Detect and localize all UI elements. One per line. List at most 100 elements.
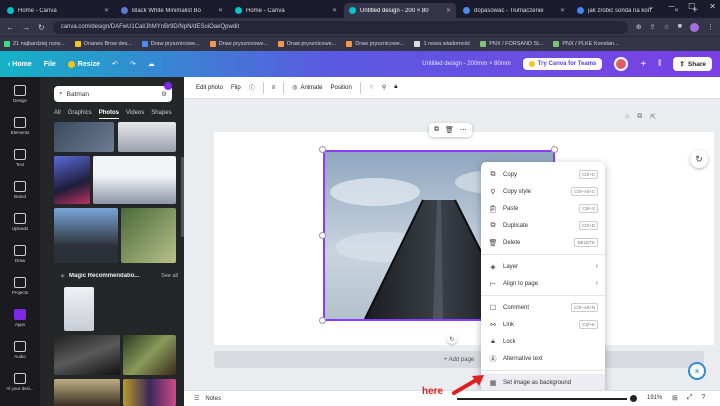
- resize-handle-l[interactable]: [319, 232, 326, 239]
- bookmark-item[interactable]: PNX / PLKE Konstan...: [553, 41, 619, 47]
- zoom-slider-knob[interactable]: [630, 395, 637, 402]
- rail-item-design[interactable]: Design: [13, 85, 27, 103]
- search-input[interactable]: ⌕ Batman ⚙: [54, 86, 172, 102]
- panel-tab-graphics[interactable]: Graphics: [68, 110, 92, 119]
- help-icon[interactable]: ?: [701, 394, 705, 402]
- animate-button[interactable]: ◎ Animate: [292, 84, 322, 92]
- menu-item[interactable]: ⧉ Copy Ctrl+C: [481, 166, 605, 183]
- edit-photo-button[interactable]: Edit photo: [196, 85, 223, 91]
- menu-item[interactable]: ⧉ Duplicate Ctrl+D: [481, 217, 605, 234]
- bookmark-item[interactable]: 1 nowa wiadomość: [414, 41, 470, 47]
- photo-thumbnail[interactable]: [93, 156, 176, 204]
- magic-assistant-icon[interactable]: ✳: [688, 362, 706, 380]
- back-icon[interactable]: ←: [6, 23, 14, 32]
- share-page-icon[interactable]: ⇪: [650, 23, 656, 32]
- resize-button[interactable]: Resize: [67, 60, 100, 68]
- panel-tab-shapes[interactable]: Shapes: [151, 110, 171, 119]
- menu-item[interactable]: ⊢ Align to page ›: [481, 275, 605, 292]
- rail-item-draw[interactable]: Draw: [14, 245, 26, 263]
- transparency-grid-icon[interactable]: ⁙: [369, 84, 374, 91]
- photo-thumbnail[interactable]: [121, 208, 176, 263]
- share-button[interactable]: ⇧ Share: [673, 57, 712, 71]
- photo-thumbnail[interactable]: [54, 122, 114, 152]
- add-page-button[interactable]: + Add page: [214, 351, 704, 368]
- filter-icon[interactable]: ⚙: [161, 90, 167, 98]
- bookmark-item[interactable]: Draw prysznicowe...: [209, 41, 268, 47]
- browser-tab[interactable]: Untitled design - 200 × 80 ✕: [344, 3, 456, 18]
- photo-thumbnail[interactable]: [64, 287, 94, 331]
- trash-icon[interactable]: 🗑︎: [445, 126, 454, 134]
- try-teams-button[interactable]: Try Canva for Teams: [522, 58, 603, 70]
- bookmark-item[interactable]: Draw prysznicowe...: [141, 41, 200, 47]
- insights-icon[interactable]: ⫼: [658, 60, 661, 68]
- file-menu-button[interactable]: File: [44, 61, 56, 68]
- rail-item-uploads[interactable]: Uploads: [12, 213, 28, 231]
- menu-item[interactable]: 🗑︎ Delete DELETE: [481, 234, 605, 251]
- paint-roller-icon[interactable]: ⚲: [382, 84, 386, 91]
- rail-item-brand[interactable]: Brand: [13, 181, 26, 199]
- see-all-link[interactable]: See all: [161, 273, 178, 279]
- url-field[interactable]: canva.com/design/DAFwU1Cal/JhMYnBr9D/NpN…: [52, 20, 628, 34]
- menu-item[interactable]: ◈ Layer ›: [481, 258, 605, 275]
- rail-item-ai[interactable]: Al your desi...: [6, 373, 34, 391]
- redo-icon[interactable]: ↷: [130, 60, 136, 68]
- home-button[interactable]: ‹ Home: [8, 61, 32, 68]
- forward-icon[interactable]: →: [22, 23, 30, 32]
- rail-item-audio[interactable]: Audio: [14, 341, 26, 359]
- position-button[interactable]: Position: [331, 85, 352, 91]
- design-name[interactable]: Untitled design - 200mm × 80mm: [422, 61, 511, 67]
- flip-button[interactable]: Flip: [231, 85, 241, 91]
- minimize-button[interactable]: ─: [668, 2, 674, 11]
- refresh-icon[interactable]: ↻: [690, 150, 708, 168]
- browser-tab[interactable]: Home - Canva ✕: [2, 3, 114, 18]
- bookmark-item[interactable]: Draw prysznicowe...: [346, 41, 404, 47]
- menu-item[interactable]: 🔒︎ Lock: [481, 333, 605, 350]
- bookmark-item[interactable]: Onanes Brow dev...: [74, 41, 132, 47]
- maximize-button[interactable]: ☐: [688, 2, 695, 11]
- zoom-value[interactable]: 191%: [647, 395, 662, 401]
- menu-item[interactable]: Ⓐ Alternative text: [481, 350, 605, 367]
- bookmark-item[interactable]: Draw prysznicowe...: [278, 41, 336, 47]
- rail-item-projects[interactable]: Projects: [12, 277, 28, 295]
- add-page-icon[interactable]: ⇱: [650, 113, 656, 121]
- menu-item[interactable]: ⚲ Copy style Ctrl+Alt+C: [481, 183, 605, 200]
- tab-close-icon[interactable]: ✕: [332, 7, 337, 14]
- close-window-button[interactable]: ✕: [709, 2, 716, 11]
- add-people-icon[interactable]: +: [640, 59, 646, 70]
- menu-item[interactable]: 📋︎ Paste Ctrl+V: [481, 200, 605, 217]
- transparency-icon[interactable]: ≡: [272, 85, 276, 91]
- photo-thumbnail[interactable]: [118, 122, 176, 152]
- resize-handle-tr[interactable]: [551, 146, 558, 153]
- rail-item-text[interactable]: Text: [14, 149, 26, 167]
- fullscreen-icon[interactable]: ⤢: [687, 394, 693, 402]
- bookmark-star-icon[interactable]: ☆: [663, 23, 669, 32]
- duplicate-icon[interactable]: ⧉: [434, 126, 439, 134]
- tab-close-icon[interactable]: ✕: [104, 7, 109, 14]
- lock-page-icon[interactable]: ⌂: [625, 113, 629, 121]
- tab-close-icon[interactable]: ✕: [218, 7, 223, 14]
- rotate-icon[interactable]: ↻: [447, 334, 457, 344]
- browser-tab[interactable]: Home - Canva ✕: [230, 3, 342, 18]
- notes-button[interactable]: Notes: [205, 396, 221, 402]
- browser-menu-icon[interactable]: ⋮: [707, 23, 714, 32]
- photo-thumbnail[interactable]: [123, 379, 176, 406]
- translate-icon[interactable]: ⊕: [636, 23, 642, 32]
- extensions-icon[interactable]: ■: [678, 23, 682, 32]
- photo-thumbnail[interactable]: [54, 379, 120, 406]
- photo-thumbnail[interactable]: [54, 335, 120, 375]
- tab-close-icon[interactable]: ✕: [560, 7, 565, 14]
- panel-tab-videos[interactable]: Videos: [126, 110, 144, 119]
- tab-search-icon[interactable]: ⌄: [648, 2, 655, 11]
- notes-icon[interactable]: ☰: [194, 395, 199, 402]
- bookmark-item[interactable]: PNX / FORSAND St...: [480, 41, 543, 47]
- info-icon[interactable]: ⓘ: [249, 83, 255, 92]
- profile-avatar[interactable]: [690, 22, 699, 32]
- duplicate-page-icon[interactable]: ⧉: [637, 113, 642, 121]
- menu-item[interactable]: ☐ Comment Ctrl+Alt+N: [481, 299, 605, 316]
- reload-icon[interactable]: ↻: [38, 23, 45, 32]
- rail-item-elements[interactable]: Elements: [11, 117, 29, 135]
- grid-view-icon[interactable]: ⊞: [672, 394, 678, 402]
- panel-tab-photos[interactable]: Photos: [98, 110, 120, 119]
- resize-handle-tl[interactable]: [319, 146, 326, 153]
- zoom-slider[interactable]: [457, 398, 627, 400]
